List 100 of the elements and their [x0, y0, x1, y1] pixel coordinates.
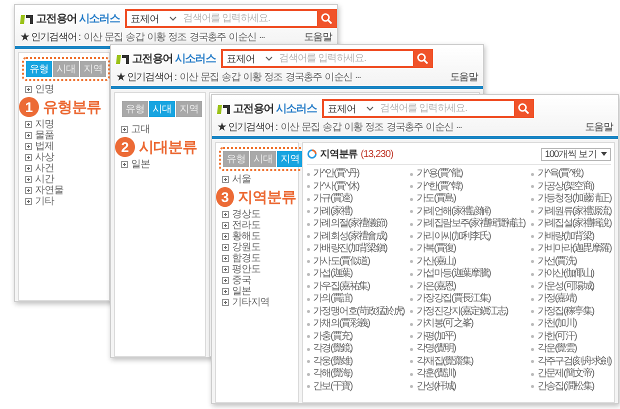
- term-link[interactable]: 가배량진(加背梁鎭): [307, 243, 404, 256]
- help-link[interactable]: 도움말: [304, 30, 332, 44]
- term-link[interactable]: 가례회성(家禮會成): [307, 230, 404, 243]
- term-link[interactable]: 가정맹어호(苛政猛於虎): [307, 306, 404, 318]
- popular-search-link[interactable]: 송갑: [222, 70, 240, 84]
- term-link[interactable]: 가배량(加背梁): [531, 230, 611, 243]
- term-link[interactable]: 가^한(賈^韓): [410, 180, 525, 193]
- term-link[interactable]: 가례집설(家禮輯說): [531, 218, 611, 230]
- popular-search-link[interactable]: 송갑: [322, 120, 341, 134]
- term-link[interactable]: 각재집(覺齋集): [410, 356, 525, 368]
- term-link[interactable]: 가례원류(家禮源流): [531, 206, 611, 218]
- search-button[interactable]: [514, 101, 532, 116]
- popular-search-link[interactable]: 이산: [83, 30, 102, 44]
- page-size-dropdown[interactable]: 100개씩 보기: [540, 148, 611, 160]
- term-link[interactable]: 각주구검(刻舟求劍): [531, 356, 611, 368]
- category-item[interactable]: 고대: [131, 124, 150, 135]
- term-link[interactable]: 가도(賈島): [410, 193, 525, 206]
- popular-search-link[interactable]: 송갑: [126, 30, 144, 44]
- term-link[interactable]: 가정집(稼亭集): [531, 306, 611, 318]
- term-link[interactable]: 가의(賈誼): [307, 293, 404, 306]
- term-link[interactable]: 가등청정(加藤淸正): [531, 193, 611, 206]
- term-link[interactable]: 가례언해(家禮諺解): [410, 206, 525, 218]
- term-link[interactable]: 가리이씨(加利李氏): [410, 230, 525, 243]
- popular-search-link[interactable]: 문집: [200, 70, 219, 84]
- term-link[interactable]: 가장강집(賈長江集): [410, 293, 525, 306]
- category-item[interactable]: 사상: [35, 152, 54, 163]
- term-link[interactable]: 가정(嘉靖): [531, 293, 611, 306]
- term-link[interactable]: 가섭(迦葉): [307, 268, 404, 280]
- term-link[interactable]: 가충(賈充): [307, 330, 404, 343]
- term-link[interactable]: 가규(賈逵): [307, 193, 404, 206]
- category-item[interactable]: 일본: [131, 159, 150, 170]
- search-button[interactable]: [413, 51, 432, 66]
- term-link[interactable]: 가우집(嘉祐集): [307, 280, 404, 293]
- term-link[interactable]: 가선(賈洗): [531, 256, 611, 268]
- term-link[interactable]: 가^사(賈^休): [307, 180, 404, 193]
- term-link[interactable]: 가평(加平): [410, 330, 525, 343]
- term-link[interactable]: 가^육(賈^稅): [531, 168, 611, 180]
- term-link[interactable]: 각해(覺海): [307, 368, 404, 380]
- category-item[interactable]: 지명: [35, 119, 54, 130]
- category-item[interactable]: 서울: [232, 174, 251, 185]
- popular-search-link[interactable]: 이순신: [324, 70, 352, 84]
- popular-search-link[interactable]: 이순신: [426, 120, 453, 134]
- popular-search-link[interactable]: 문집: [301, 120, 320, 134]
- popular-search-link[interactable]: 정조: [365, 120, 384, 134]
- popular-search-link[interactable]: 이황: [344, 120, 362, 134]
- category-item[interactable]: 함경도: [232, 253, 260, 264]
- help-link[interactable]: 도움말: [584, 120, 613, 134]
- term-link[interactable]: 간문제(簡文帝): [531, 368, 611, 380]
- popular-search-link[interactable]: 정조: [264, 70, 282, 84]
- term-link[interactable]: 가산(嘉山): [410, 256, 525, 268]
- help-link[interactable]: 도움말: [450, 70, 478, 84]
- category-item[interactable]: 법제: [35, 141, 54, 152]
- category-item[interactable]: 전라도: [232, 220, 260, 231]
- category-item[interactable]: 기타: [35, 196, 54, 207]
- category-item[interactable]: 일본: [232, 286, 251, 297]
- term-link[interactable]: 가비마라(迦毘摩羅): [531, 243, 611, 256]
- term-link[interactable]: 가채의(賈彩義): [307, 318, 404, 330]
- term-link[interactable]: 가섭마등(迦葉摩騰): [410, 268, 525, 280]
- search-button[interactable]: [317, 11, 336, 26]
- category-item[interactable]: 사건: [35, 163, 54, 174]
- popular-search-link[interactable]: 이산: [179, 70, 198, 84]
- category-item[interactable]: 시간: [35, 174, 54, 185]
- category-item[interactable]: 평안도: [232, 264, 260, 275]
- term-link[interactable]: 가천(加川): [531, 318, 611, 330]
- term-link[interactable]: 가복(賈復): [410, 243, 525, 256]
- popular-search-link[interactable]: 문집: [104, 30, 123, 44]
- term-link[interactable]: 각운(覺雲): [531, 343, 611, 356]
- category-item[interactable]: 물품: [35, 130, 54, 141]
- term-link[interactable]: 간송집(澗松集): [531, 380, 611, 393]
- term-link[interactable]: 각경(覺鏡): [307, 343, 404, 356]
- term-link[interactable]: 간성(杆城): [410, 380, 525, 393]
- category-item[interactable]: 강원도: [232, 242, 260, 253]
- category-item[interactable]: 기타지역: [232, 297, 270, 308]
- term-link[interactable]: 가사도(賈似道): [307, 256, 404, 268]
- term-link[interactable]: 가한(可汗): [531, 330, 611, 343]
- popular-search-link[interactable]: 이황: [242, 70, 262, 84]
- popular-search-link[interactable]: 경국총주: [189, 30, 226, 44]
- term-link[interactable]: 가례(家禮): [307, 206, 404, 218]
- term-link[interactable]: 가^안(賈^丹): [307, 168, 404, 180]
- popular-search-link[interactable]: 이황: [146, 30, 166, 44]
- popular-search-link[interactable]: 이순신: [228, 30, 256, 44]
- category-item[interactable]: 경상도: [232, 209, 260, 220]
- term-link[interactable]: 가운성(可陽城): [531, 280, 611, 293]
- popular-search-link[interactable]: 이산: [280, 120, 298, 134]
- category-item[interactable]: 중국: [232, 275, 251, 286]
- popular-search-link[interactable]: 경국총주: [386, 120, 423, 134]
- category-item[interactable]: 인명: [35, 84, 54, 95]
- popular-search-link[interactable]: 경국총주: [285, 70, 322, 84]
- term-link[interactable]: 가공상(架空商): [531, 180, 611, 193]
- term-link[interactable]: 가야산(伽倻山): [531, 268, 611, 280]
- term-link[interactable]: 간보(干寶): [307, 380, 404, 393]
- term-link[interactable]: 가은(嘉恩): [410, 280, 525, 293]
- term-link[interactable]: 각훈(覺訓): [410, 368, 525, 380]
- term-link[interactable]: 가례의절(家禮儀節): [307, 218, 404, 230]
- term-link[interactable]: 각웅(覺雄): [307, 356, 404, 368]
- popular-search-link[interactable]: 정조: [168, 30, 186, 44]
- term-link[interactable]: 가정진강지(嘉定鎭江志): [410, 306, 525, 318]
- category-item[interactable]: 황해도: [232, 231, 260, 242]
- term-link[interactable]: 가치봉(可之峯): [410, 318, 525, 330]
- category-item[interactable]: 자연물: [35, 185, 64, 196]
